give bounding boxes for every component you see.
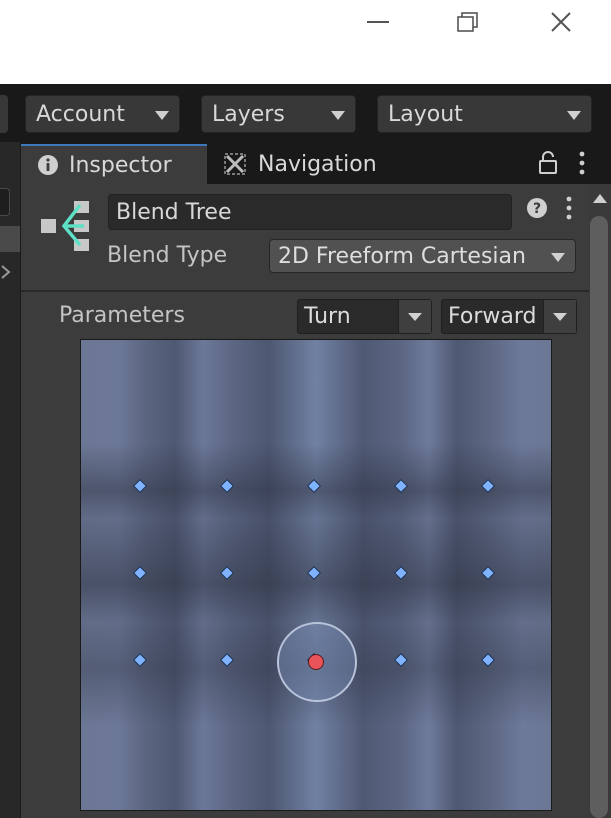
scrollbar-thumb[interactable] bbox=[590, 216, 608, 818]
kebab-menu-icon[interactable] bbox=[577, 151, 587, 175]
current-position-marker[interactable] bbox=[308, 654, 324, 670]
close-icon bbox=[551, 12, 571, 32]
lock-icon[interactable] bbox=[538, 151, 558, 175]
chevron-down-icon bbox=[155, 111, 169, 120]
chevron-down-icon bbox=[398, 300, 431, 333]
layout-label: Layout bbox=[388, 101, 463, 127]
minimize-button[interactable] bbox=[358, 6, 398, 38]
toolbar-partial-button[interactable] bbox=[0, 95, 8, 133]
account-label: Account bbox=[36, 101, 125, 127]
blend-tree-icon bbox=[41, 201, 89, 251]
maximize-button[interactable] bbox=[448, 6, 488, 38]
tab-navigation-label: Navigation bbox=[258, 151, 377, 177]
header-divider bbox=[21, 290, 589, 292]
layers-label: Layers bbox=[212, 101, 285, 127]
kebab-menu-icon[interactable] bbox=[564, 196, 574, 220]
blend-type-label: Blend Type bbox=[107, 243, 228, 268]
navigation-icon bbox=[224, 153, 246, 175]
minimize-icon bbox=[367, 21, 389, 23]
account-dropdown[interactable]: Account bbox=[25, 95, 180, 133]
blend-type-value: 2D Freeform Cartesian bbox=[278, 243, 526, 269]
scroll-up-arrow-icon[interactable] bbox=[593, 194, 607, 203]
parameter-x-value: Turn bbox=[304, 304, 351, 329]
blend-tree-name-field[interactable]: Blend Tree bbox=[108, 194, 512, 230]
help-icon[interactable]: ? bbox=[526, 197, 548, 219]
window-title-bar bbox=[0, 0, 611, 84]
tab-inspector[interactable]: Inspector bbox=[21, 144, 207, 184]
chevron-down-icon bbox=[543, 300, 576, 333]
parameter-y-dropdown[interactable]: Forward bbox=[441, 299, 577, 334]
chevron-down-icon bbox=[331, 111, 345, 120]
svg-text:?: ? bbox=[533, 201, 541, 217]
left-panel-field[interactable] bbox=[0, 188, 10, 216]
chevron-right-icon[interactable] bbox=[0, 264, 12, 280]
parameter-x-dropdown[interactable]: Turn bbox=[297, 299, 432, 334]
tab-navigation[interactable]: Navigation bbox=[214, 144, 404, 184]
close-button[interactable] bbox=[541, 6, 581, 38]
blend-type-dropdown[interactable]: 2D Freeform Cartesian bbox=[269, 239, 576, 273]
blend-tree-name: Blend Tree bbox=[116, 199, 232, 225]
parameter-y-value: Forward bbox=[448, 304, 537, 329]
parameters-label: Parameters bbox=[59, 303, 185, 328]
maximize-icon bbox=[457, 12, 478, 32]
chevron-down-icon bbox=[551, 253, 565, 262]
layout-dropdown[interactable]: Layout bbox=[377, 95, 592, 133]
layers-dropdown[interactable]: Layers bbox=[201, 95, 356, 133]
left-panel-selected-row[interactable] bbox=[0, 226, 20, 252]
info-icon bbox=[38, 155, 58, 175]
chevron-down-icon bbox=[567, 111, 581, 120]
tab-inspector-label: Inspector bbox=[69, 152, 172, 178]
